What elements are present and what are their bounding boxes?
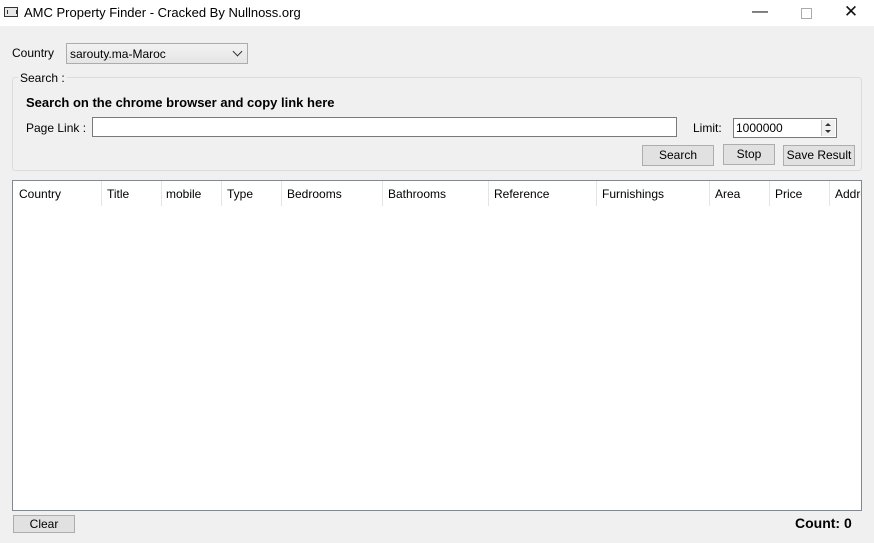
result-count: Count: 0 bbox=[795, 515, 852, 531]
column-header-area[interactable]: Area bbox=[709, 181, 769, 207]
maximize-icon bbox=[800, 8, 812, 19]
column-header-bedrooms[interactable]: Bedrooms bbox=[281, 181, 382, 207]
column-header-bathrooms[interactable]: Bathrooms bbox=[382, 181, 488, 207]
country-label: Country bbox=[12, 46, 55, 60]
limit-spinner-buttons[interactable] bbox=[821, 120, 835, 136]
stop-button[interactable]: Stop bbox=[723, 144, 775, 165]
search-group-legend: Search : bbox=[18, 71, 67, 85]
column-header-address[interactable]: Addre bbox=[829, 181, 861, 207]
column-header-price[interactable]: Price bbox=[769, 181, 829, 207]
chevron-down-icon bbox=[232, 46, 243, 57]
title-bar: AMC Property Finder - Cracked By Nullnos… bbox=[0, 0, 874, 26]
save-result-button[interactable]: Save Result bbox=[783, 145, 855, 166]
country-selected-value: sarouty.ma-Maroc bbox=[70, 47, 166, 61]
column-header-title[interactable]: Title bbox=[101, 181, 161, 207]
limit-value: 1000000 bbox=[736, 121, 783, 135]
page-link-input[interactable] bbox=[92, 117, 677, 137]
maximize-button[interactable] bbox=[783, 0, 829, 26]
search-button[interactable]: Search bbox=[642, 145, 714, 166]
page-link-label: Page Link : bbox=[26, 121, 87, 135]
limit-label: Limit: bbox=[693, 121, 722, 135]
column-header-type[interactable]: Type bbox=[221, 181, 281, 207]
spin-up-icon[interactable] bbox=[825, 123, 831, 126]
column-header-mobile[interactable]: mobile bbox=[160, 181, 220, 207]
column-header-country[interactable]: Country bbox=[13, 181, 101, 207]
country-dropdown[interactable]: sarouty.ma-Maroc bbox=[66, 43, 248, 64]
column-header-reference[interactable]: Reference bbox=[488, 181, 596, 207]
window-title: AMC Property Finder - Cracked By Nullnos… bbox=[24, 5, 301, 20]
minimize-button[interactable]: — bbox=[737, 0, 783, 26]
search-instructions: Search on the chrome browser and copy li… bbox=[26, 95, 335, 110]
column-header-furnishings[interactable]: Furnishings bbox=[596, 181, 709, 207]
limit-spinner[interactable]: 1000000 bbox=[733, 118, 837, 138]
results-listview[interactable]: Country Title mobile Type Bedrooms Bathr… bbox=[12, 180, 862, 511]
spin-down-icon[interactable] bbox=[825, 130, 831, 133]
close-button[interactable]: ✕ bbox=[828, 0, 874, 26]
clear-button[interactable]: Clear bbox=[13, 515, 75, 533]
app-icon bbox=[4, 7, 18, 17]
